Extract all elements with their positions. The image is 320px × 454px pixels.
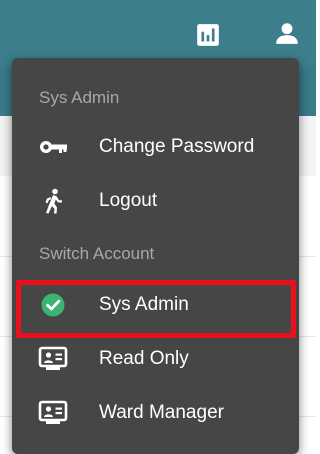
account-dropdown-menu: Sys Admin Change Password Logout Switch … (12, 58, 299, 454)
account-item-sys-admin[interactable]: Sys Admin (12, 280, 299, 338)
menu-item-change-password[interactable]: Change Password (12, 122, 299, 172)
user-icon[interactable] (274, 20, 300, 46)
menu-item-logout[interactable]: Logout (12, 176, 299, 226)
check-circle-icon (41, 293, 65, 317)
account-card-icon (38, 400, 68, 424)
running-person-icon (45, 188, 62, 214)
switch-account-heading: Switch Account (39, 244, 155, 263)
menu-item-label: Change Password (99, 136, 255, 157)
current-user-heading: Sys Admin (39, 88, 120, 107)
account-item-label: Ward Manager (99, 402, 224, 423)
account-item-read-only[interactable]: Read Only (12, 334, 299, 384)
account-item-ward-manager[interactable]: Ward Manager (12, 388, 299, 438)
menu-item-label: Logout (99, 190, 158, 211)
account-item-label: Read Only (99, 348, 189, 369)
bar-chart-icon[interactable] (195, 22, 221, 48)
key-icon (40, 141, 67, 153)
account-card-icon (38, 346, 68, 370)
account-item-label: Sys Admin (99, 294, 189, 315)
